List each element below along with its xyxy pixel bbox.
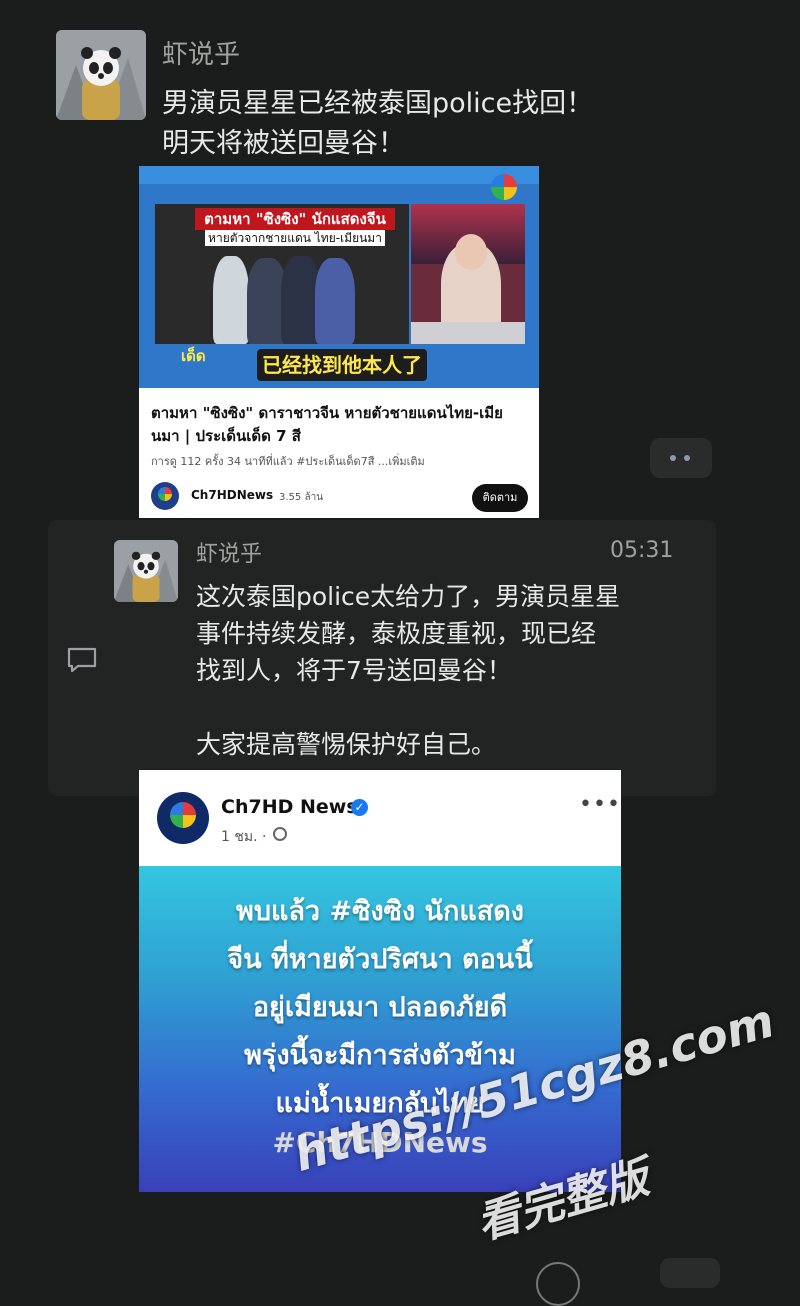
sender-name: 虾说乎 [196,542,263,567]
channel7-logo-icon [491,174,517,200]
channel-name[interactable]: Ch7HDNews [191,488,273,502]
anchor-panel [411,204,525,344]
bottom-avatar-partial[interactable] [536,1262,580,1306]
report-banner-title: ตามหา "ซิงซิง" นักแสดงจีน [195,208,395,230]
subscribe-button[interactable]: ติดตาม [472,484,528,512]
message-line: 事件持续发酵，泰极度重视，现已经 [196,619,597,648]
news-report-panel: ตามหา "ซิงซิง" นักแสดงจีน หายตัวจากชายแด… [155,204,409,344]
video-title[interactable]: ตามหา "ซิงซิง" ดาราชาวจีน หายตัวชายแดนไท… [151,402,531,448]
post-line: พบแล้ว #ซิงซิง นักแสดง [236,896,524,927]
bottom-dots-partial[interactable] [660,1258,720,1288]
message-line: 男演员星星已经被泰国police找回！ [162,88,594,119]
page-avatar[interactable] [157,792,209,844]
post-time: 1 ชม. · [221,829,267,845]
message-line: 这次泰国police太给力了，男演员星星 [196,582,621,611]
message-time: 05:31 [610,538,674,563]
message-line: 找到人，将于7号送回曼谷！ [196,656,512,685]
sender-avatar[interactable] [114,540,178,602]
video-meta: การดู 112 ครั้ง 34 นาทีที่แล้ว #ประเด็นเ… [151,455,425,468]
channel-avatar[interactable] [151,482,179,510]
message-text: 男演员星星已经被泰国police找回！ 明天将被送回曼谷！ [162,84,722,164]
sender-avatar[interactable] [56,30,146,120]
message-line: 大家提高警惕保护好自己。 [196,730,497,759]
post-line: อยู่เมียนมา ปลอดภัยดี [252,992,508,1023]
comment-icon[interactable] [66,646,98,674]
program-logo: เด็ด [181,347,206,365]
video-thumbnail[interactable]: ตามหา "ซิงซิง" นักแสดงจีน หายตัวจากชายแด… [139,166,539,388]
video-caption: 已经找到他本人了 [257,349,427,381]
verified-badge-icon: ✓ [351,799,368,816]
sender-name: 虾说乎 [162,40,241,70]
video-share-card[interactable]: ตามหา "ซิงซิง" นักแสดงจีน หายตัวจากชายแด… [139,166,539,518]
subscriber-count: 3.55 ล้าน [279,492,324,503]
message-line: 明天将被送回曼谷！ [162,128,405,159]
audience-globe-icon [273,827,287,841]
message-text: 这次泰国police太给力了，男演员星星 事件持续发酵，泰极度重视，现已经 找到… [196,578,706,763]
page-name[interactable]: Ch7HD News [221,796,358,818]
post-line: จีน ที่หายตัวปริศนา ตอนนี้ [227,944,533,975]
more-options-button[interactable] [650,438,712,478]
report-banner-subtitle: หายตัวจากชายแดน ไทย-เมียนมา [205,230,385,246]
more-dots-icon [670,455,676,461]
more-dots-icon[interactable]: ••• [579,792,621,817]
